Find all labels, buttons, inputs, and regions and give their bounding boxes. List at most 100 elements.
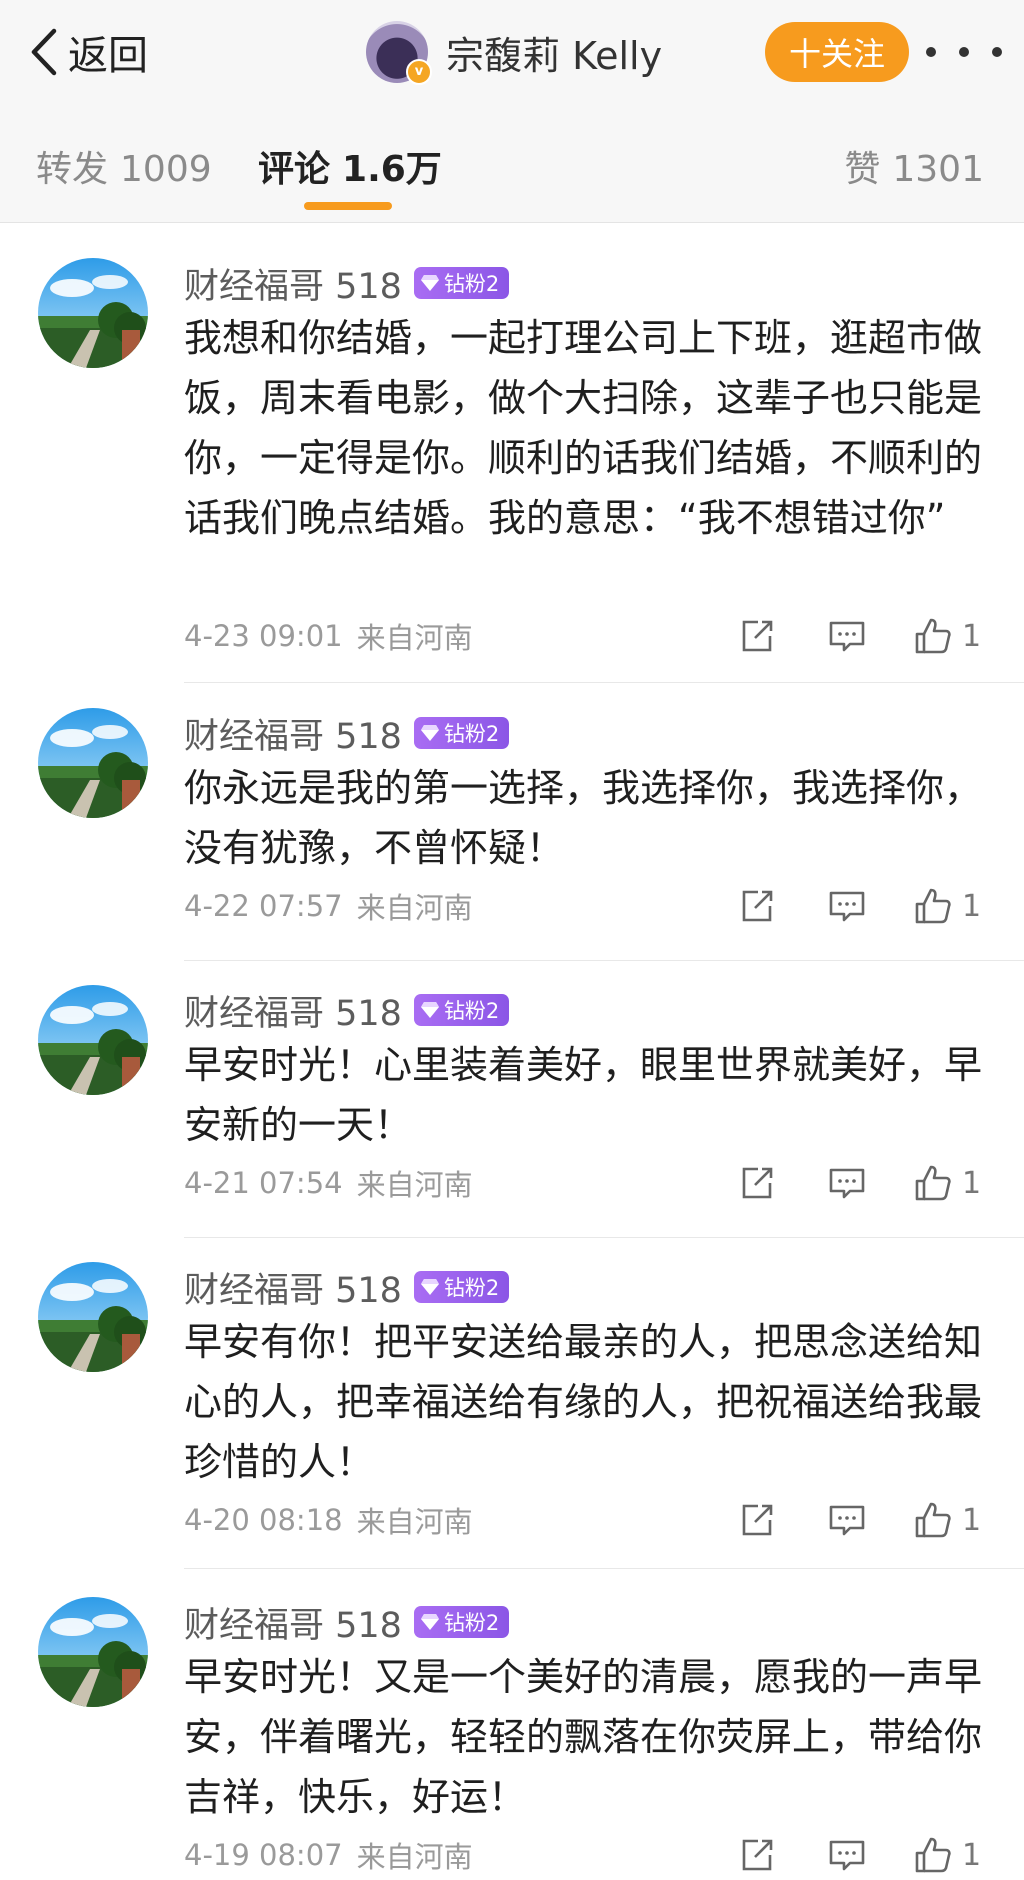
tab-label: 转发 [36,149,109,190]
like-button[interactable]: 1 [914,614,981,658]
share-button[interactable] [738,1161,776,1205]
avatar[interactable] [38,985,148,1095]
comment-meta: 4-23 09:01 来自河南 [184,614,473,658]
thumbs-up-icon [915,1165,951,1201]
tab-count: 1301 [892,149,984,190]
reply-button[interactable] [828,1161,866,1205]
fan-badge[interactable]: 钻粉2 [413,1606,510,1638]
avatar-image [38,708,148,818]
comment-text: 早安时光！心里装着美好，眼里世界就美好，早安新的一天！ [184,1043,983,1147]
comment-text: 早安有你！把平安送给最亲的人，把思念送给知心的人，把幸福送给有缘的人，把祝福送给… [184,1320,983,1484]
badge-label: 钻粉2 [443,999,500,1023]
follow-button[interactable]: 十关注 [765,22,909,82]
badge-label: 钻粉2 [443,1276,500,1300]
top-nav-bar: 返回 v 宗馥莉 Kelly 十关注 [0,0,1024,105]
tab-bar: 转发 1009 评论 1.6万 赞 1301 [0,104,1024,223]
username[interactable]: 财经福哥 518 [184,1597,402,1648]
tab-likes[interactable]: 赞 1301 [844,140,984,192]
username[interactable]: 财经福哥 518 [184,258,402,309]
tab-label: 赞 [844,149,881,190]
timestamp: 4-20 08:18 [184,1503,343,1537]
fan-badge[interactable]: 钻粉2 [413,267,510,299]
like-button[interactable]: 1 [914,1161,981,1205]
share-icon [742,1504,773,1536]
comment-meta: 4-19 08:07 来自河南 [184,1833,473,1877]
fan-badge[interactable]: 钻粉2 [413,1271,510,1303]
timestamp: 4-21 07:54 [184,1166,343,1200]
tab-count: 1.6万 [342,149,442,190]
tab-label: 评论 [258,149,331,190]
diamond-icon [420,1002,439,1018]
verified-icon: v [406,59,432,85]
chevron-left-icon [31,28,57,76]
thumbs-up-icon [915,1837,951,1873]
tab-count: 1009 [120,149,212,190]
comment-icon [829,891,865,922]
avatar[interactable] [38,258,148,368]
fan-badge[interactable]: 钻粉2 [413,717,510,749]
reply-button[interactable] [828,884,866,928]
share-button[interactable] [738,884,776,928]
diamond-icon [420,1614,439,1630]
comment-header: 财经福哥 518 钻粉2 [184,1262,510,1313]
avatar[interactable] [38,1262,148,1372]
share-icon [742,1167,773,1199]
avatar[interactable] [38,1597,148,1707]
like-count: 1 [962,1837,982,1873]
diamond-icon [420,1279,439,1295]
comment-meta: 4-21 07:54 来自河南 [184,1161,473,1205]
reply-button[interactable] [828,614,866,658]
reply-button[interactable] [828,1498,866,1542]
like-count: 1 [962,888,982,924]
location: 来自河南 [356,1840,473,1874]
avatar[interactable] [38,708,148,818]
avatar-image [38,258,148,368]
timestamp: 4-23 09:01 [184,619,343,653]
avatar-image [38,1262,148,1372]
diamond-icon [420,275,439,291]
comment-divider [184,1568,1024,1569]
comment-header: 财经福哥 518 钻粉2 [184,258,510,309]
back-button[interactable]: 返回 [26,22,148,82]
diamond-icon [420,725,439,741]
share-button[interactable] [738,614,776,658]
username[interactable]: 财经福哥 518 [184,1262,402,1313]
profile-name[interactable]: 宗馥莉 Kelly [446,25,662,80]
tab-reposts[interactable]: 转发 1009 [36,140,212,192]
comment-divider [184,682,1024,683]
username[interactable]: 财经福哥 518 [184,708,402,759]
avatar-image [38,985,148,1095]
like-button[interactable]: 1 [914,1498,981,1542]
more-dots-icon[interactable] [926,28,1002,76]
badge-label: 钻粉2 [443,272,500,296]
reply-button[interactable] [828,1833,866,1877]
fan-badge[interactable]: 钻粉2 [413,994,510,1026]
comment-text: 早安时光！又是一个美好的清晨，愿我的一声早安，伴着曙光，轻轻的飘落在你荧屏上，带… [184,1655,983,1819]
like-button[interactable]: 1 [914,1833,981,1877]
share-button[interactable] [738,1833,776,1877]
comment-meta: 4-20 08:18 来自河南 [184,1498,473,1542]
comment-text: 你永远是我的第一选择，我选择你，我选择你，没有犹豫，不曾怀疑！ [184,766,983,870]
comment-header: 财经福哥 518 钻粉2 [184,985,510,1036]
comment-meta: 4-22 07:57 来自河南 [184,884,473,928]
comment-icon [829,1840,865,1871]
profile-header[interactable]: v 宗馥莉 Kelly [366,18,662,86]
location: 来自河南 [356,1505,473,1539]
comment-header: 财经福哥 518 钻粉2 [184,708,510,759]
like-count: 1 [962,618,982,654]
location: 来自河南 [356,1168,473,1202]
badge-label: 钻粉2 [443,722,500,746]
location: 来自河南 [356,621,473,655]
comment-divider [184,1237,1024,1238]
active-tab-indicator [304,202,392,210]
timestamp: 4-19 08:07 [184,1838,343,1872]
avatar[interactable]: v [366,21,432,85]
comment-divider [184,960,1024,961]
like-count: 1 [962,1502,982,1538]
share-button[interactable] [738,1498,776,1542]
username[interactable]: 财经福哥 518 [184,985,402,1036]
tab-comments[interactable]: 评论 1.6万 [258,140,442,192]
avatar-image [38,1597,148,1707]
timestamp: 4-22 07:57 [184,889,343,923]
like-button[interactable]: 1 [914,884,981,928]
